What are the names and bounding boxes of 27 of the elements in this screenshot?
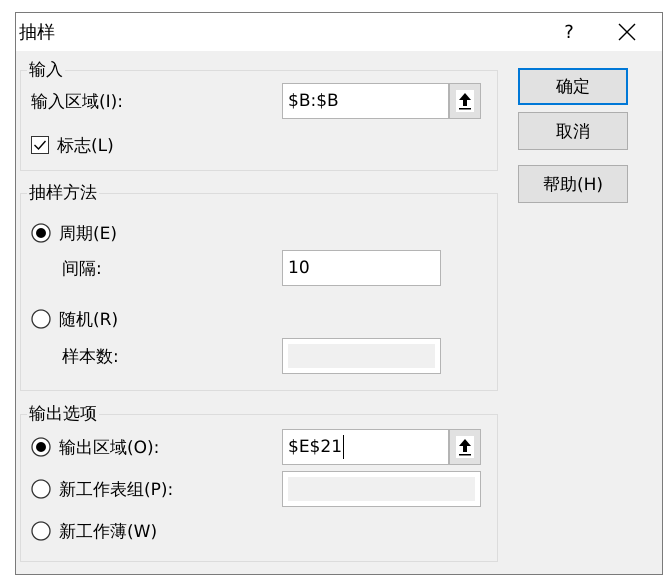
radio-label: 输出区域(O): [59, 436, 160, 458]
field-label: 输入区域(I): [31, 90, 124, 112]
range-picker-button[interactable] [448, 84, 480, 118]
radio-label: 新工作薄(W) [59, 520, 158, 542]
group-title: 输出选项 [28, 404, 98, 424]
radio-label: 新工作表组(P): [59, 478, 174, 500]
input-field[interactable]: $E$21 [282, 429, 481, 465]
field-label: 间隔: [61, 258, 103, 280]
help-button[interactable]: ? [554, 22, 584, 42]
checkbox-label: 标志(L) [57, 134, 114, 156]
input-field[interactable]: $B:$B [282, 83, 481, 119]
dialog-button[interactable]: 确定 [518, 68, 628, 105]
checkbox[interactable] [31, 136, 49, 154]
radio-button[interactable] [31, 437, 51, 457]
range-picker-button[interactable] [448, 430, 480, 464]
group-title: 抽样方法 [28, 183, 98, 203]
input-field[interactable]: 10 [282, 250, 441, 286]
dialog-button[interactable]: 取消 [518, 112, 628, 150]
radio-label: 周期(E) [59, 222, 118, 244]
radio-label: 随机(R) [59, 308, 118, 330]
group-title: 输入 [28, 60, 64, 80]
field-label: 样本数: [61, 346, 120, 368]
window-title: 抽样 [19, 21, 56, 44]
radio-button[interactable] [31, 223, 51, 243]
radio-button[interactable] [31, 521, 51, 541]
close-icon[interactable] [618, 23, 636, 41]
dialog-button[interactable]: 帮助(H) [518, 165, 628, 203]
